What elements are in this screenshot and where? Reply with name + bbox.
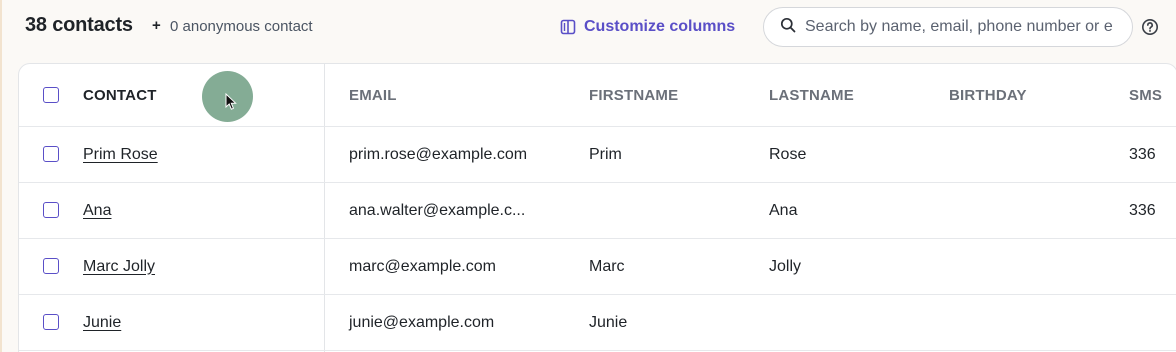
contacts-header: 38 contacts + 0 anonymous contact Custom…: [2, 0, 1176, 56]
contact-name-link[interactable]: Junie: [83, 314, 121, 332]
table-row[interactable]: Junie junie@example.com Junie: [19, 295, 1176, 351]
contacts-count-title: 38 contacts: [25, 14, 133, 36]
firstname-cell: Junie: [589, 313, 628, 331]
plus-sign: +: [152, 17, 161, 34]
email-cell: prim.rose@example.com: [349, 145, 528, 163]
row-checkbox[interactable]: [43, 146, 59, 162]
sms-cell: 336: [1129, 201, 1156, 219]
column-header-firstname[interactable]: FIRSTNAME: [589, 64, 678, 126]
table-row[interactable]: Prim Rose prim.rose@example.com Prim Ros…: [19, 127, 1176, 183]
column-header-lastname[interactable]: LASTNAME: [769, 64, 854, 126]
search-input[interactable]: [805, 18, 1125, 36]
select-all-checkbox[interactable]: [43, 87, 59, 103]
contact-name-link[interactable]: Ana: [83, 202, 111, 220]
help-icon[interactable]: [1141, 18, 1159, 36]
row-checkbox[interactable]: [43, 314, 59, 330]
contacts-table: CONTACT EMAIL FIRSTNAME LASTNAME BIRTHDA…: [18, 63, 1176, 352]
search-box[interactable]: [763, 7, 1133, 47]
row-checkbox[interactable]: [43, 202, 59, 218]
customize-columns-button[interactable]: Customize columns: [560, 12, 735, 42]
columns-icon: [560, 19, 576, 35]
column-header-sms[interactable]: SMS: [1129, 64, 1162, 126]
firstname-cell: Prim: [589, 145, 622, 163]
table-row[interactable]: Marc Jolly marc@example.com Marc Jolly: [19, 239, 1176, 295]
firstname-cell: Marc: [589, 257, 625, 275]
column-header-email[interactable]: EMAIL: [349, 64, 397, 126]
column-header-contact[interactable]: CONTACT: [83, 64, 157, 126]
row-checkbox[interactable]: [43, 258, 59, 274]
lastname-cell: Jolly: [769, 257, 802, 275]
mouse-cursor-icon: [225, 92, 237, 116]
contact-name-link[interactable]: Marc Jolly: [83, 258, 155, 276]
sms-cell: 336: [1129, 145, 1156, 163]
anonymous-contact-count: 0 anonymous contact: [170, 18, 313, 35]
email-cell: ana.walter@example.c...: [349, 201, 526, 219]
contact-name-link[interactable]: Prim Rose: [83, 146, 158, 164]
table-row[interactable]: Ana ana.walter@example.c... Ana 336: [19, 183, 1176, 239]
email-cell: marc@example.com: [349, 257, 496, 275]
email-cell: junie@example.com: [349, 313, 495, 331]
contacts-page: 38 contacts + 0 anonymous contact Custom…: [0, 0, 1176, 352]
column-header-birthday[interactable]: BIRTHDAY: [949, 64, 1027, 126]
table-header-row: CONTACT EMAIL FIRSTNAME LASTNAME BIRTHDA…: [19, 64, 1176, 127]
customize-columns-label: Customize columns: [584, 18, 736, 35]
lastname-cell: Rose: [769, 145, 807, 163]
search-icon: [780, 17, 796, 38]
lastname-cell: Ana: [769, 201, 798, 219]
